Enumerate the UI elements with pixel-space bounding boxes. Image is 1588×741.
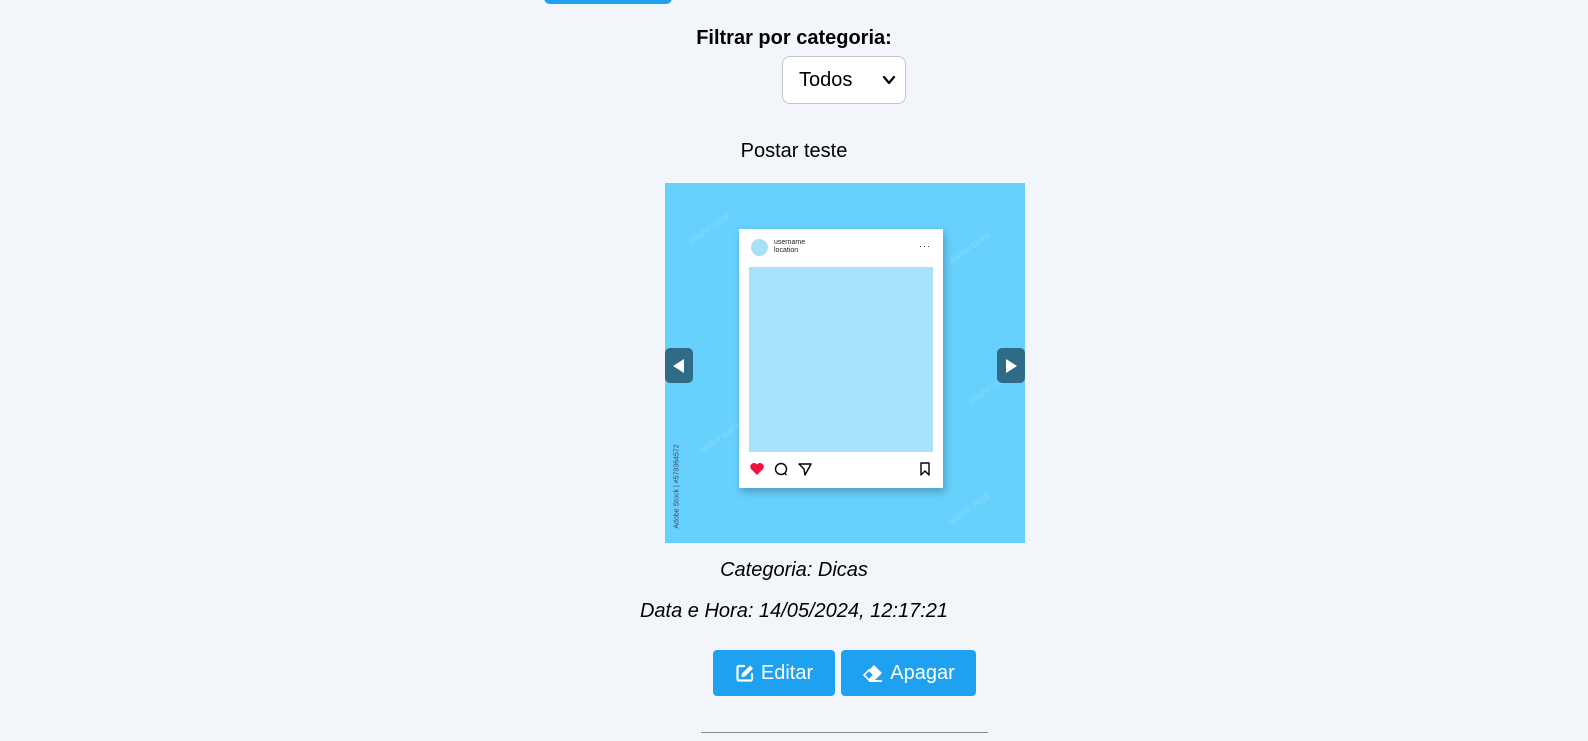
category-select-value: Todos	[799, 68, 853, 91]
carousel-prev-button[interactable]	[665, 348, 693, 383]
delete-button[interactable]: Apagar	[841, 650, 976, 696]
heart-icon	[750, 463, 764, 475]
stock-credit: Adobe Stock | #579364572	[673, 444, 681, 529]
card-location: location	[774, 247, 799, 254]
eraser-icon	[863, 665, 883, 682]
comment-icon	[774, 462, 788, 476]
category-select[interactable]: Todos	[782, 56, 906, 104]
card-photo-placeholder	[749, 267, 933, 452]
bookmark-icon	[920, 462, 930, 476]
card-username: username	[774, 239, 806, 246]
triangle-right-icon	[1006, 358, 1017, 373]
triangle-left-icon	[673, 358, 684, 373]
post-category: Categoria: Dicas	[720, 559, 868, 581]
filter-label: Filtrar por categoria:	[696, 27, 892, 49]
post-title: Postar teste	[740, 140, 848, 162]
carousel-next-button[interactable]	[997, 348, 1025, 383]
post-datetime: Data e Hora: 14/05/2024, 12:17:21	[639, 600, 948, 622]
post-image-carousel: adobe stock adobe stock adobe stock adob…	[665, 183, 1025, 543]
divider	[701, 732, 988, 733]
more-dots-icon: ···	[919, 241, 931, 251]
edit-button[interactable]: Editar	[713, 650, 835, 696]
top-button-partial[interactable]	[544, 0, 672, 4]
avatar	[751, 239, 768, 256]
chevron-down-icon	[882, 75, 896, 85]
edit-square-icon	[736, 664, 753, 682]
page: Filtrar por categoria: Todos Postar test…	[0, 0, 1588, 741]
send-icon	[798, 463, 812, 476]
delete-button-label: Apagar	[890, 661, 955, 684]
post-image-mockup: username location ···	[739, 229, 943, 488]
edit-button-label: Editar	[760, 661, 814, 684]
